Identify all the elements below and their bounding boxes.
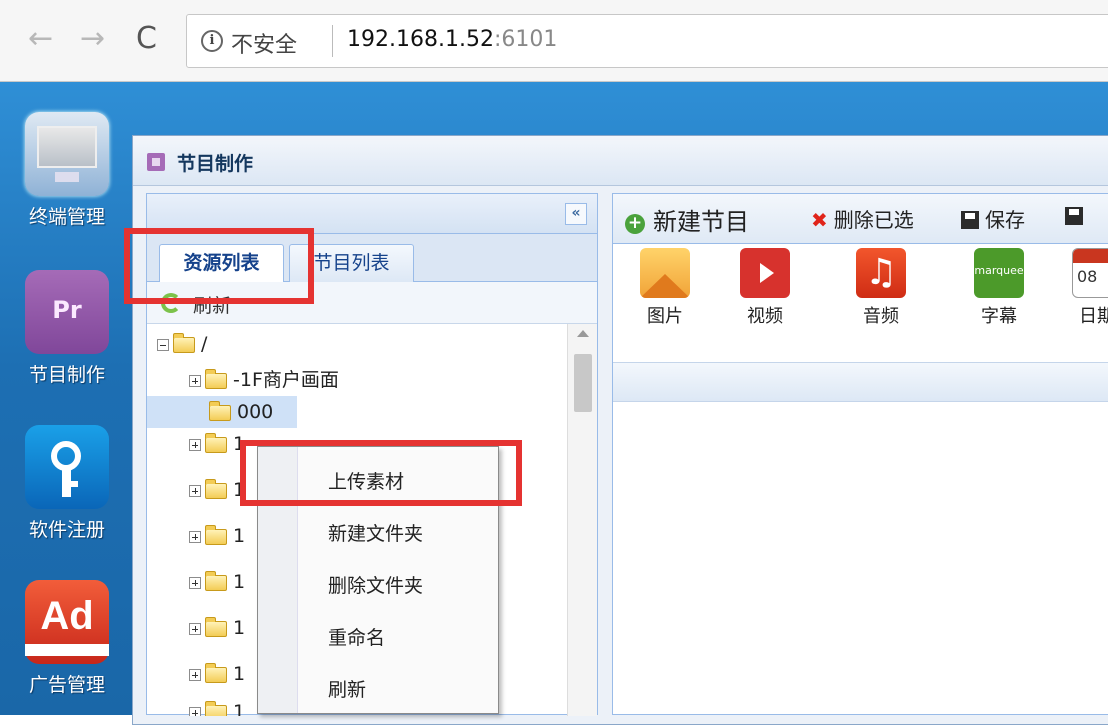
video-icon	[740, 248, 790, 298]
tree-node[interactable]: 1	[189, 696, 245, 716]
program-toolbar: + 新建节目 ✖ 删除已选 保存	[613, 194, 1108, 244]
key-icon	[25, 425, 109, 509]
media-video[interactable]: 视频	[725, 248, 805, 328]
menu-item-delete-folder[interactable]: 删除文件夹	[328, 571, 423, 598]
folder-icon	[205, 616, 227, 637]
address-divider	[332, 25, 333, 57]
folder-icon	[205, 700, 227, 716]
window-titlebar[interactable]: 节目制作	[133, 136, 1108, 186]
desktop-icon-ads[interactable]: Ad 广告管理	[8, 580, 126, 697]
premiere-icon: Pr	[25, 270, 109, 354]
window-title: 节目制作	[177, 153, 254, 175]
expand-icon[interactable]	[189, 438, 201, 451]
tree-node-selected[interactable]: 000	[147, 396, 297, 428]
collapse-icon[interactable]: «	[565, 203, 587, 225]
browser-toolbar: ← → C i 不安全 192.168.1.52:6101	[0, 0, 1108, 82]
expand-icon[interactable]	[189, 622, 201, 635]
folder-icon	[205, 368, 227, 389]
add-circle-icon: +	[625, 214, 645, 234]
folder-icon	[205, 478, 227, 499]
arrow-right-icon[interactable]: →	[80, 24, 105, 54]
more-toolbar-button[interactable]	[1065, 204, 1089, 228]
window-app-icon	[147, 153, 165, 171]
folder-icon	[209, 400, 231, 421]
adaware-icon: Ad	[25, 580, 109, 664]
folder-icon	[205, 662, 227, 683]
program-grid-header	[613, 362, 1108, 402]
menu-item-new-folder[interactable]: 新建文件夹	[328, 519, 423, 546]
monitor-icon	[25, 112, 109, 196]
expand-icon[interactable]	[189, 576, 201, 589]
media-type-bar: 图片 视频 ♫ 音频 marquee 字幕 08 日期	[613, 244, 1108, 327]
save-button[interactable]: 保存	[961, 204, 1025, 233]
desktop-icon-terminal[interactable]: 终端管理	[8, 112, 126, 229]
tree-root[interactable]: /	[157, 328, 207, 360]
address-bar[interactable]: i 不安全 192.168.1.52:6101	[186, 14, 1108, 68]
desktop-icon-program[interactable]: Pr 节目制作	[8, 270, 126, 387]
reload-icon[interactable]: C	[136, 24, 157, 54]
tree-scrollbar[interactable]	[567, 324, 597, 716]
tree-node[interactable]: 1	[189, 474, 245, 506]
media-audio[interactable]: ♫ 音频	[841, 248, 921, 328]
menu-item-refresh[interactable]: 刷新	[328, 675, 366, 702]
marquee-icon: marquee	[974, 248, 1024, 298]
media-picture[interactable]: 图片	[625, 248, 705, 328]
media-marquee[interactable]: marquee 字幕	[959, 248, 1039, 328]
tree-node[interactable]: 1	[189, 428, 245, 460]
expand-icon[interactable]	[189, 530, 201, 543]
scroll-up-icon[interactable]	[577, 330, 589, 337]
info-icon[interactable]: i	[201, 30, 223, 52]
tree-node[interactable]: 1	[189, 566, 245, 598]
calendar-icon: 08	[1072, 248, 1108, 298]
desktop-icon-label: 终端管理	[28, 206, 105, 228]
program-editor-panel: + 新建节目 ✖ 删除已选 保存 图片 视频 ♫ 音频 marquee 字幕 08 …	[612, 193, 1108, 715]
folder-icon	[205, 432, 227, 453]
desktop-icon-label: 广告管理	[28, 674, 105, 696]
desktop-icon-register[interactable]: 软件注册	[8, 425, 126, 542]
tree-node[interactable]: 1	[189, 658, 245, 690]
new-program-button[interactable]: + 新建节目	[625, 202, 749, 237]
media-date[interactable]: 08 日期	[1057, 248, 1108, 328]
picture-icon	[640, 248, 690, 298]
expand-icon[interactable]	[189, 668, 201, 681]
url-host: 192.168.1.52	[347, 27, 494, 52]
folder-icon	[205, 524, 227, 545]
tree-node[interactable]: 1	[189, 612, 245, 644]
tree-node[interactable]: -1F商户画面	[189, 364, 339, 396]
folder-open-icon	[173, 332, 195, 353]
url-text[interactable]: 192.168.1.52:6101	[347, 27, 557, 52]
menu-item-rename[interactable]: 重命名	[328, 623, 385, 650]
delete-selected-button[interactable]: ✖ 删除已选	[811, 204, 914, 233]
scroll-thumb[interactable]	[574, 354, 592, 412]
expand-icon[interactable]	[189, 374, 201, 387]
audio-icon: ♫	[856, 248, 906, 298]
save-icon	[961, 211, 979, 229]
expand-icon[interactable]	[189, 484, 201, 497]
folder-icon	[205, 570, 227, 591]
security-label[interactable]: 不安全	[231, 27, 297, 59]
url-port: :6101	[493, 27, 558, 52]
desktop-icon-label: 节目制作	[28, 364, 105, 386]
delete-x-icon: ✖	[811, 208, 828, 232]
arrow-left-icon[interactable]: ←	[28, 24, 53, 54]
annotation-box-upload	[240, 440, 522, 506]
desktop-icon-label: 软件注册	[28, 519, 105, 541]
annotation-box-resource-tab	[124, 228, 314, 304]
tree-node[interactable]: 1	[189, 520, 245, 552]
collapse-tree-icon[interactable]	[157, 338, 169, 351]
save-as-icon	[1065, 207, 1083, 225]
